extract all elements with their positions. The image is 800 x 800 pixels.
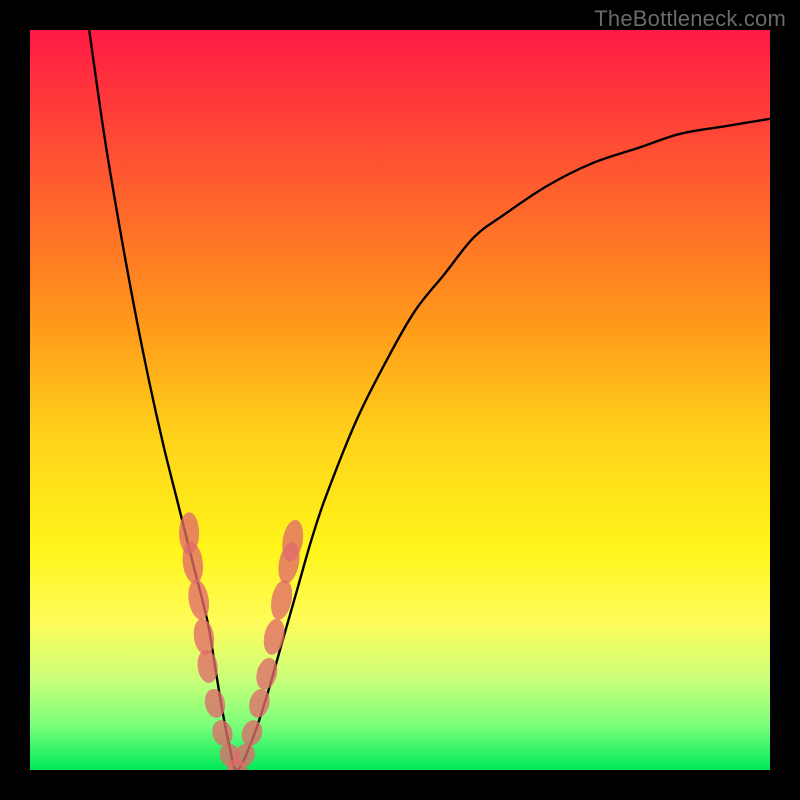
bead-marker: [268, 578, 296, 622]
chart-area: [30, 30, 770, 770]
bead-marker: [186, 578, 212, 621]
watermark-text: TheBottleneck.com: [594, 6, 786, 32]
recommended-beads: [179, 512, 306, 770]
bottleneck-curve-svg: [30, 30, 770, 770]
bead-marker: [210, 718, 236, 748]
bead-marker: [261, 617, 288, 657]
bottleneck-curve: [89, 30, 770, 770]
bead-marker: [238, 718, 265, 749]
